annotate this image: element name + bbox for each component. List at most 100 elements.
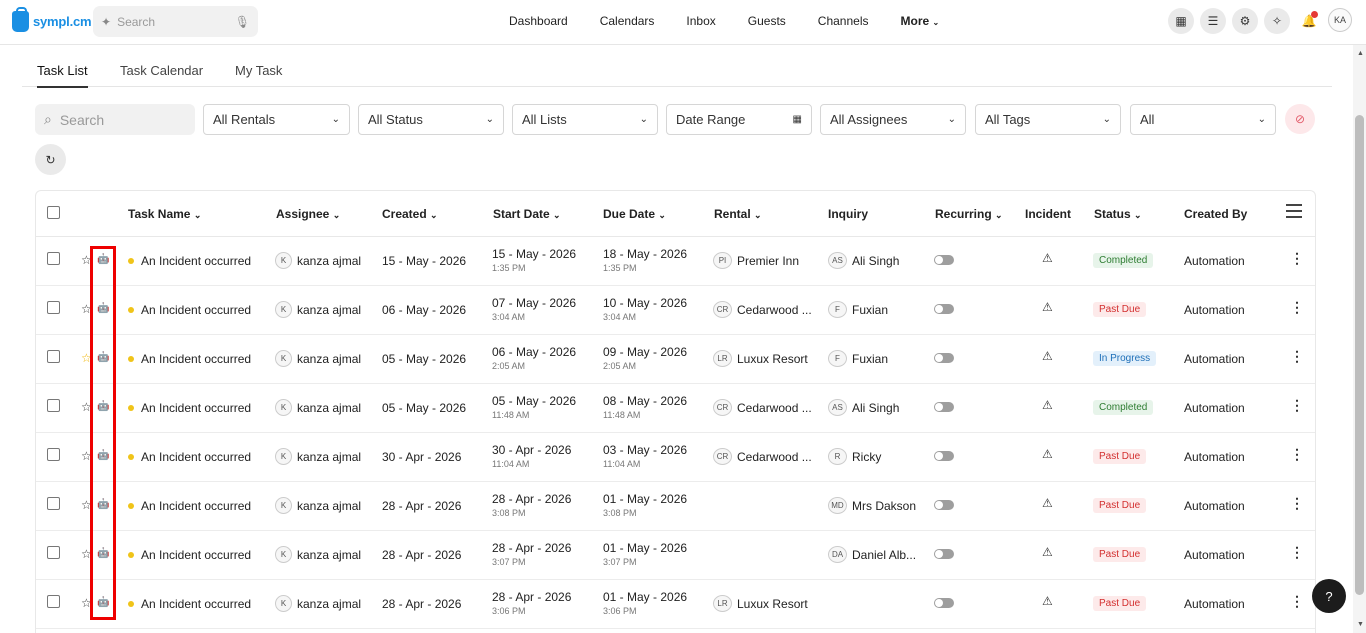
star-icon[interactable]: ☆ (81, 351, 92, 365)
header-assignee[interactable]: Assignee ⌄ (276, 207, 340, 221)
recurring-toggle[interactable] (934, 598, 954, 608)
nav-dashboard[interactable]: Dashboard (509, 14, 568, 28)
rental-name[interactable]: Luxux Resort (737, 352, 808, 366)
table-row[interactable]: ☆ 🤖 An Incident occurred Kkanza ajmal 28 - A… (36, 531, 1315, 580)
tab-task-list[interactable]: Task List (37, 63, 88, 88)
more-options-icon[interactable]: ⋮ (1290, 250, 1304, 267)
star-icon[interactable]: ☆ (81, 400, 92, 414)
header-rental[interactable]: Rental ⌄ (714, 207, 762, 221)
more-options-icon[interactable]: ⋮ (1290, 397, 1304, 414)
select-all-checkbox[interactable] (47, 206, 60, 219)
table-row[interactable]: ☆ 🤖 An Incident occurred Kkanza ajmal 05 - M… (36, 335, 1315, 384)
header-start-date[interactable]: Start Date ⌄ (493, 207, 561, 221)
task-name[interactable]: An Incident occurred (141, 352, 251, 366)
clear-filter-button[interactable]: ⊘ (1285, 104, 1315, 134)
column-menu-icon[interactable] (1286, 204, 1302, 218)
task-name[interactable]: An Incident occurred (141, 499, 251, 513)
recurring-toggle[interactable] (934, 304, 954, 314)
inquiry-name[interactable]: Ali Singh (852, 401, 899, 415)
status-select[interactable]: All Status ⌄ (358, 104, 504, 135)
recurring-toggle[interactable] (934, 255, 954, 265)
more-options-icon[interactable]: ⋮ (1290, 593, 1304, 610)
rental-name[interactable]: Cedarwood ... (737, 303, 812, 317)
inquiry-name[interactable]: Daniel Alb... (852, 548, 916, 562)
date-range-picker[interactable]: Date Range ▦ (666, 104, 812, 135)
rental-name[interactable]: Cedarwood ... (737, 450, 812, 464)
task-name[interactable]: An Incident occurred (141, 254, 251, 268)
settings-badge-icon[interactable]: ⚙ (1232, 8, 1258, 34)
recurring-toggle[interactable] (934, 500, 954, 510)
task-search-input[interactable]: ⌕ Search (35, 104, 195, 135)
all-select[interactable]: All ⌄ (1130, 104, 1276, 135)
header-created[interactable]: Created ⌄ (382, 207, 438, 221)
row-checkbox[interactable] (47, 252, 60, 265)
rental-name[interactable]: Premier Inn (737, 254, 799, 268)
recurring-toggle[interactable] (934, 549, 954, 559)
task-name[interactable]: An Incident occurred (141, 303, 251, 317)
global-search[interactable]: ✦ Search 🎙 (93, 6, 258, 37)
rentals-select[interactable]: All Rentals ⌄ (203, 104, 350, 135)
inquiry-name[interactable]: Fuxian (852, 303, 888, 317)
header-task-name[interactable]: Task Name ⌄ (128, 207, 201, 221)
inquiry-name[interactable]: Fuxian (852, 352, 888, 366)
help-button[interactable]: ? (1312, 579, 1346, 613)
bell-icon[interactable]: 🔔 (1296, 8, 1322, 34)
more-options-icon[interactable]: ⋮ (1290, 348, 1304, 365)
tab-task-calendar[interactable]: Task Calendar (120, 63, 203, 78)
rental-name[interactable]: Cedarwood ... (737, 401, 812, 415)
search-list-icon[interactable]: ☰ (1200, 8, 1226, 34)
tags-select[interactable]: All Tags ⌄ (975, 104, 1121, 135)
table-row[interactable]: ☆ 🤖 An Incident occurred Kkanza ajmal 15 - M… (36, 237, 1315, 286)
scrollbar-thumb[interactable] (1355, 115, 1364, 595)
nav-calendars[interactable]: Calendars (600, 14, 655, 28)
avatar[interactable]: KA (1328, 8, 1352, 32)
recurring-toggle[interactable] (934, 353, 954, 363)
row-checkbox[interactable] (47, 399, 60, 412)
inquiry-name[interactable]: Ali Singh (852, 254, 899, 268)
task-name[interactable]: An Incident occurred (141, 597, 251, 611)
task-name[interactable]: An Incident occurred (141, 450, 251, 464)
nav-channels[interactable]: Channels (818, 14, 869, 28)
header-due-date[interactable]: Due Date ⌄ (603, 207, 666, 221)
table-row[interactable]: ☆ 🤖 An Incident occurred Kkanza ajmal 06 - M… (36, 286, 1315, 335)
more-options-icon[interactable]: ⋮ (1290, 299, 1304, 316)
row-checkbox[interactable] (47, 301, 60, 314)
star-icon[interactable]: ☆ (81, 253, 92, 267)
row-checkbox[interactable] (47, 595, 60, 608)
row-checkbox[interactable] (47, 497, 60, 510)
calendar-task-icon[interactable]: ▦ (1168, 8, 1194, 34)
lists-select[interactable]: All Lists ⌄ (512, 104, 658, 135)
nav-more[interactable]: More ⌄ (901, 14, 940, 28)
inquiry-name[interactable]: Ricky (852, 450, 881, 464)
microphone-icon[interactable]: 🎙 (235, 15, 250, 29)
task-name[interactable]: An Incident occurred (141, 548, 251, 562)
rental-name[interactable]: Luxux Resort (737, 597, 808, 611)
star-icon[interactable]: ☆ (81, 596, 92, 610)
tab-my-task[interactable]: My Task (235, 63, 282, 78)
task-name[interactable]: An Incident occurred (141, 401, 251, 415)
table-row[interactable]: ☆ 🤖 An Incident occurred Kkanza ajmal 28 - A… (36, 482, 1315, 531)
assignees-select[interactable]: All Assignees ⌄ (820, 104, 966, 135)
more-options-icon[interactable]: ⋮ (1290, 495, 1304, 512)
inquiry-name[interactable]: Mrs Dakson (852, 499, 916, 513)
ai-sparkle-icon[interactable]: ✧ (1264, 8, 1290, 34)
more-options-icon[interactable]: ⋮ (1290, 544, 1304, 561)
table-row[interactable]: ☆ 🤖 An Incident occurred Kkanza ajmal 28 - A… (36, 580, 1315, 629)
scroll-down-arrow-icon[interactable]: ▼ (1357, 621, 1364, 628)
refresh-button[interactable]: ↻ (35, 144, 66, 175)
nav-guests[interactable]: Guests (748, 14, 786, 28)
row-checkbox[interactable] (47, 350, 60, 363)
table-row[interactable]: ☆ 🤖 An Incident occurred Kkanza ajmal 05 - M… (36, 384, 1315, 433)
star-icon[interactable]: ☆ (81, 547, 92, 561)
row-checkbox[interactable] (47, 546, 60, 559)
star-icon[interactable]: ☆ (81, 498, 92, 512)
star-icon[interactable]: ☆ (81, 302, 92, 316)
scroll-up-arrow-icon[interactable]: ▲ (1357, 50, 1364, 57)
recurring-toggle[interactable] (934, 451, 954, 461)
nav-inbox[interactable]: Inbox (686, 14, 715, 28)
header-status[interactable]: Status ⌄ (1094, 207, 1142, 221)
star-icon[interactable]: ☆ (81, 449, 92, 463)
table-row[interactable]: ☆ 🤖 An Incident occurred Kkanza ajmal 30 - A… (36, 433, 1315, 482)
recurring-toggle[interactable] (934, 402, 954, 412)
more-options-icon[interactable]: ⋮ (1290, 446, 1304, 463)
